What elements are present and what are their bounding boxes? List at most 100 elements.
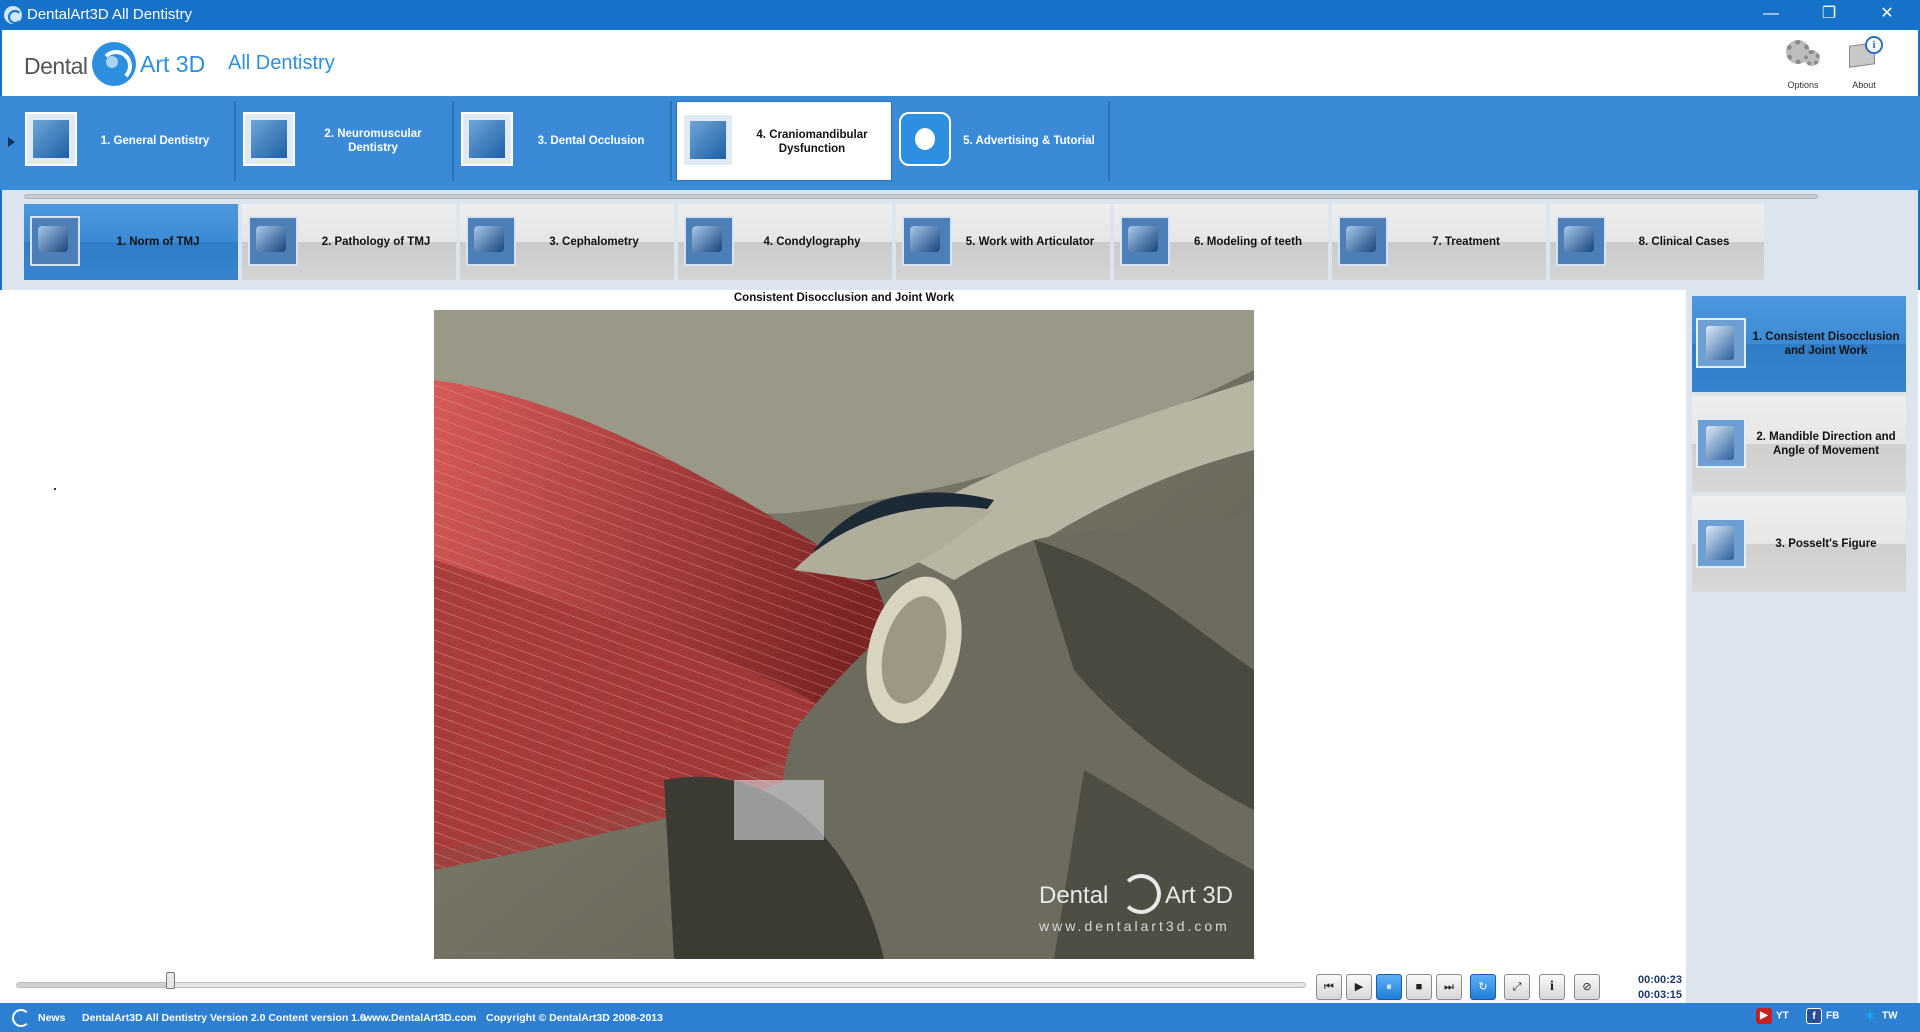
general-dentistry-thumbnail xyxy=(25,112,77,166)
app-header: Dental Art 3D All Dentistry Options i Ab… xyxy=(0,30,1920,96)
lesson-mandible-direction[interactable]: 2. Mandible Direction and Angle of Movem… xyxy=(1692,396,1906,492)
lesson-panel: 1. Consistent Disocclusion and Joint Wor… xyxy=(1686,290,1918,1003)
lesson-thumbnail xyxy=(1696,518,1746,568)
category-label: 2. Neuromuscular Dentistry xyxy=(324,128,422,154)
category-bar: 1. General Dentistry 2. Neuromuscular De… xyxy=(0,96,1920,190)
logo-swirl-icon xyxy=(92,42,136,86)
subtitles-off-button[interactable]: ⊘ xyxy=(1574,974,1600,1000)
expand-arrow-icon[interactable] xyxy=(8,137,15,147)
elapsed-time: 00:00:23 xyxy=(1637,974,1682,986)
subcategory-label: 6. Modeling of teeth xyxy=(1194,236,1302,248)
subcategory-scrollbar[interactable] xyxy=(24,194,1818,199)
close-button[interactable]: ✕ xyxy=(1858,0,1916,30)
subcategory-work-with-articulator[interactable]: 5. Work with Articulator xyxy=(896,204,1110,280)
news-icon[interactable] xyxy=(12,1009,30,1027)
category-label: 4. Craniomandibular Dysfunction xyxy=(756,129,868,155)
youtube-label: YT xyxy=(1776,1010,1789,1022)
pause-button[interactable]: ⏸ xyxy=(1376,974,1402,1000)
category-craniomandibular-dysfunction[interactable]: 4. Craniomandibular Dysfunction xyxy=(676,101,892,181)
subcategory-cephalometry[interactable]: 3. Cephalometry xyxy=(460,204,674,280)
category-advertising-tutorial[interactable]: 5. Advertising & Tutorial xyxy=(894,101,1110,181)
dental-occlusion-thumbnail xyxy=(461,112,513,166)
status-bar: News DentalArt3D All Dentistry Version 2… xyxy=(0,1003,1920,1032)
subcategory-clinical-cases[interactable]: 8. Clinical Cases xyxy=(1550,204,1764,280)
twitter-link[interactable]: ✶ TW xyxy=(1862,1008,1897,1028)
subcategory-pathology-of-tmj[interactable]: 2. Pathology of TMJ xyxy=(242,204,456,280)
lesson-consistent-disocclusion[interactable]: 1. Consistent Disocclusion and Joint Wor… xyxy=(1692,296,1906,392)
clinical-cases-thumbnail xyxy=(1556,216,1606,266)
articulator-thumbnail xyxy=(902,216,952,266)
condylography-thumbnail xyxy=(684,216,734,266)
youtube-icon: ▶ xyxy=(1756,1008,1772,1024)
maximize-button[interactable]: ❐ xyxy=(1800,0,1858,30)
rewind-button[interactable]: ⏮ xyxy=(1316,974,1342,1000)
play-button[interactable]: ▶ xyxy=(1346,974,1372,1000)
fullscreen-button[interactable]: ⤢ xyxy=(1504,974,1530,1000)
options-button[interactable]: Options xyxy=(1778,36,1828,94)
category-neuromuscular-dentistry[interactable]: 2. Neuromuscular Dentistry xyxy=(238,101,454,181)
minimize-button[interactable]: — xyxy=(1742,0,1800,30)
lesson-posselts-figure[interactable]: 3. Posselt's Figure xyxy=(1692,496,1906,592)
norm-of-tmj-thumbnail xyxy=(30,216,80,266)
subcategory-treatment[interactable]: 7. Treatment xyxy=(1332,204,1546,280)
watermark-dental: Dental xyxy=(1039,882,1109,909)
category-dental-occlusion[interactable]: 3. Dental Occlusion xyxy=(456,101,672,181)
loop-button[interactable]: ↻ xyxy=(1470,974,1496,1000)
craniomandibular-thumbnail xyxy=(682,113,734,167)
gears-icon xyxy=(1784,36,1822,70)
watermark-swirl-icon xyxy=(1121,874,1161,914)
stray-dot xyxy=(54,488,56,490)
cephalometry-thumbnail xyxy=(466,216,516,266)
info-book-icon: i xyxy=(1845,36,1883,70)
about-label: About xyxy=(1852,80,1876,90)
category-label: 5. Advertising & Tutorial xyxy=(963,135,1095,147)
subcategory-label: 4. Condylography xyxy=(763,236,861,248)
pathology-thumbnail xyxy=(248,216,298,266)
subcategory-label: 2. Pathology of TMJ xyxy=(321,236,431,248)
news-link[interactable]: News xyxy=(38,1012,65,1024)
category-general-dentistry[interactable]: 1. General Dentistry xyxy=(20,101,236,181)
window-title: DentalArt3D All Dentistry xyxy=(27,6,193,23)
twitter-icon: ✶ xyxy=(1864,1008,1876,1024)
seek-bar-fill xyxy=(17,983,169,987)
version-text: DentalArt3D All Dentistry Version 2.0 Co… xyxy=(82,1012,366,1024)
about-button[interactable]: i About xyxy=(1839,36,1889,94)
title-bar: DentalArt3D All Dentistry — ❐ ✕ xyxy=(0,0,1920,30)
facebook-link[interactable]: f FB xyxy=(1806,1008,1839,1028)
lesson-label: 2. Mandible Direction and Angle of Movem… xyxy=(1756,431,1896,457)
lesson-thumbnail xyxy=(1696,318,1746,368)
seek-handle[interactable] xyxy=(166,972,175,989)
tmj-animation-still xyxy=(434,310,1254,959)
subcategory-condylography[interactable]: 4. Condylography xyxy=(678,204,892,280)
watermark-url: www.dentalart3d.com xyxy=(1039,918,1230,934)
subcategory-norm-of-tmj[interactable]: 1. Norm of TMJ xyxy=(24,204,238,280)
lesson-thumbnail xyxy=(1696,418,1746,468)
subcategory-modeling-of-teeth[interactable]: 6. Modeling of teeth xyxy=(1114,204,1328,280)
copyright-text: Copyright © DentalArt3D 2008-2013 xyxy=(486,1012,663,1024)
subcategory-bar: 1. Norm of TMJ 2. Pathology of TMJ 3. Ce… xyxy=(0,190,1920,290)
info-button[interactable]: i xyxy=(1539,974,1565,1000)
video-watermark: Dental Art 3D www.dentalart3d.com xyxy=(1039,870,1249,940)
category-label: 3. Dental Occlusion xyxy=(537,135,645,147)
total-time: 00:03:15 xyxy=(1637,989,1682,1001)
neuromuscular-dentistry-thumbnail xyxy=(243,112,295,166)
subcategory-label: 3. Cephalometry xyxy=(549,236,639,248)
seek-bar[interactable] xyxy=(16,982,1306,988)
fast-forward-button[interactable]: ⏭ xyxy=(1436,974,1462,1000)
subcategory-label: 5. Work with Articulator xyxy=(965,236,1095,248)
subcategory-label: 7. Treatment xyxy=(1432,236,1500,248)
facebook-label: FB xyxy=(1826,1010,1840,1022)
video-title: Consistent Disocclusion and Joint Work xyxy=(733,292,955,304)
product-name: All Dentistry xyxy=(228,52,335,74)
logo-text-art3d: Art 3D xyxy=(140,51,206,77)
facebook-icon: f xyxy=(1806,1008,1822,1024)
logo-text-dental: Dental xyxy=(24,53,88,79)
category-label: 1. General Dentistry xyxy=(100,135,210,147)
stop-button[interactable]: ■ xyxy=(1406,974,1432,1000)
time-display: 00:00:23 00:03:15 xyxy=(1626,973,1682,1003)
player-controls: ⏮ ▶ ⏸ ■ ⏭ ↻ ⤢ i ⊘ 00:00:23 00:03:15 xyxy=(2,963,1686,1003)
app-icon xyxy=(4,6,22,24)
youtube-link[interactable]: ▶ YT xyxy=(1756,1008,1789,1028)
video-frame[interactable]: Dental Art 3D www.dentalart3d.com xyxy=(434,310,1254,959)
website-link[interactable]: www.DentalArt3D.com xyxy=(364,1012,476,1024)
